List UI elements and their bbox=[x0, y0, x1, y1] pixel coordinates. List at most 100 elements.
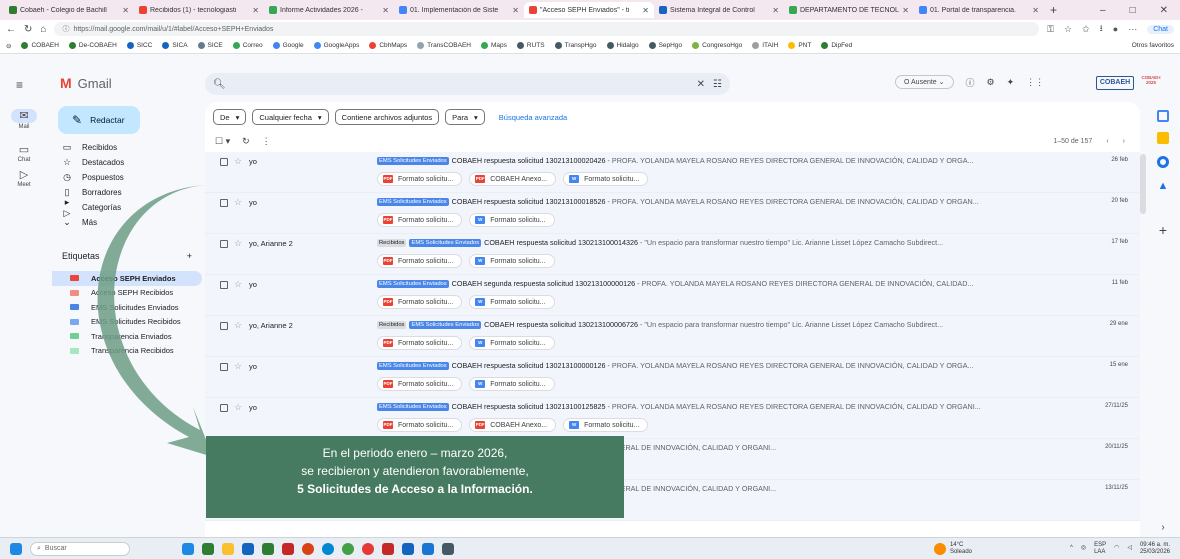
attachment-chip[interactable]: W Formato solicitu... bbox=[469, 377, 555, 391]
outlook-icon[interactable] bbox=[402, 542, 414, 555]
search-bar[interactable]: 🔍︎ ✕ ☷ bbox=[205, 73, 730, 95]
bookmark-item[interactable]: De-COBAEH bbox=[68, 42, 117, 49]
tab-close-icon[interactable]: ✕ bbox=[252, 6, 259, 15]
more-actions-icon[interactable]: ⋮ bbox=[262, 136, 271, 147]
attachment-chip[interactable]: PDF Formato solicitu... bbox=[377, 172, 463, 186]
key-icon[interactable]: ⚿ bbox=[1047, 24, 1054, 35]
bookmark-item[interactable]: Correo bbox=[232, 42, 263, 49]
bookmark-item[interactable]: Maps bbox=[481, 42, 507, 49]
attachment-chip[interactable]: W Formato solicitu... bbox=[469, 213, 555, 227]
start-icon[interactable] bbox=[10, 542, 22, 555]
bookmark-item[interactable]: GoogleApps bbox=[313, 42, 359, 49]
network-icon[interactable]: ◎ bbox=[1081, 545, 1086, 552]
gmail-logo[interactable]: M Gmail bbox=[60, 75, 112, 91]
more-icon[interactable]: ⋯ bbox=[1128, 24, 1137, 35]
attachment-chip[interactable]: PDF COBAEH Anexo... bbox=[469, 418, 557, 432]
site-info-icon[interactable]: ⓘ bbox=[62, 24, 69, 34]
bookmark-item[interactable]: Hidalgo bbox=[606, 42, 639, 49]
app-green-icon[interactable] bbox=[262, 542, 274, 555]
filter-attachments[interactable]: Contiene archivos adjuntos bbox=[334, 109, 440, 125]
close-icon[interactable]: ✕ bbox=[1160, 5, 1168, 16]
tray-chevron-icon[interactable]: ^ bbox=[1070, 545, 1073, 552]
search-icon[interactable]: 🔍︎ bbox=[213, 79, 226, 90]
wifi-icon[interactable]: ◠ bbox=[1114, 545, 1119, 552]
settings-icon[interactable]: ⚙ bbox=[987, 77, 995, 88]
taskbar-search[interactable]: ⌕ Buscar bbox=[30, 541, 130, 556]
browser-tab[interactable]: 01. Implementación de Siste ✕ bbox=[394, 2, 524, 18]
attachment-chip[interactable]: PDF Formato solicitu... bbox=[377, 254, 463, 268]
apps-grid-icon[interactable]: ⋮⋮ bbox=[1026, 77, 1044, 88]
gemini-icon[interactable]: ✦ bbox=[1007, 77, 1015, 88]
volume-icon[interactable]: ◁ bbox=[1127, 545, 1132, 552]
maximize-icon[interactable]: □ bbox=[1130, 5, 1136, 16]
url-input[interactable]: ⓘ https://mail.google.com/mail/u/1/#labe… bbox=[54, 22, 1040, 36]
attachment-chip[interactable]: W Formato solicitu... bbox=[469, 295, 555, 309]
home-icon[interactable]: ⌂ bbox=[40, 24, 46, 35]
bookmark-item[interactable]: ITAIH bbox=[752, 42, 778, 49]
nav-item[interactable]: ☆ Destacados bbox=[52, 155, 202, 170]
powerpoint-icon[interactable] bbox=[282, 542, 294, 555]
tab-close-icon[interactable]: ✕ bbox=[512, 6, 519, 15]
language-indicator[interactable]: ESP LAA bbox=[1094, 542, 1106, 556]
browser-tab[interactable]: Informe Actividades 2026 - ✕ bbox=[264, 2, 394, 18]
tab-close-icon[interactable]: ✕ bbox=[642, 6, 649, 15]
rail-mail[interactable]: ✉ Mail bbox=[0, 109, 48, 130]
attachment-chip[interactable]: PDF Formato solicitu... bbox=[377, 295, 463, 309]
attachment-chip[interactable]: W Formato solicitu... bbox=[469, 254, 555, 268]
status-dropdown[interactable]: O Ausente ⌄ bbox=[895, 75, 954, 89]
filter-date[interactable]: Cualquier fecha ▾ bbox=[252, 109, 329, 125]
other-favorites[interactable]: Otros favoritos bbox=[1132, 42, 1174, 49]
bookmark-item[interactable]: RUTS bbox=[516, 42, 545, 49]
search-options-icon[interactable]: ☷ bbox=[713, 79, 722, 90]
new-tab-button[interactable]: + bbox=[1050, 3, 1057, 17]
reload-icon[interactable]: ↻ bbox=[24, 24, 32, 35]
attachment-chip[interactable]: PDF Formato solicitu... bbox=[377, 336, 463, 350]
tasks-icon[interactable] bbox=[1157, 156, 1169, 168]
favorites-icon[interactable]: ✩ bbox=[1082, 24, 1090, 35]
contacts-icon[interactable]: ▲ bbox=[1157, 180, 1169, 192]
rail-chat[interactable]: ▭ Chat bbox=[0, 143, 48, 163]
browser-tab[interactable]: Cobaeh - Colegio de Bachill ✕ bbox=[4, 2, 134, 18]
bookmark-item[interactable]: CongresoHgo bbox=[692, 42, 742, 49]
acrobat-icon[interactable] bbox=[382, 542, 394, 555]
profile-icon[interactable]: ● bbox=[1113, 24, 1118, 34]
tab-close-icon[interactable]: ✕ bbox=[772, 6, 779, 15]
attachment-chip[interactable]: PDF Formato solicitu... bbox=[377, 377, 463, 391]
browser-tab[interactable]: "Acceso SEPH Enviados" - ti ✕ bbox=[524, 2, 654, 18]
refresh-icon[interactable]: ↻ bbox=[242, 136, 250, 147]
app-red-icon[interactable] bbox=[362, 542, 374, 555]
excel-icon[interactable] bbox=[202, 542, 214, 555]
nav-item[interactable]: ▭ Recibidos bbox=[52, 140, 202, 155]
bookmark-item[interactable]: Google bbox=[272, 42, 304, 49]
clock[interactable]: 09:46 a. m. 25/03/2026 bbox=[1140, 542, 1170, 556]
chrome-icon[interactable] bbox=[342, 542, 354, 555]
tab-close-icon[interactable]: ✕ bbox=[902, 6, 909, 15]
download-icon[interactable]: ⭳ bbox=[1100, 21, 1103, 37]
main-menu-icon[interactable]: ≡ bbox=[16, 78, 23, 92]
taskview-icon[interactable] bbox=[182, 542, 194, 555]
tab-close-icon[interactable]: ✕ bbox=[382, 6, 389, 15]
file-explorer-icon[interactable] bbox=[222, 542, 234, 555]
expand-panel-icon[interactable]: › bbox=[1157, 522, 1169, 534]
bookmark-item[interactable]: TransCOBAEH bbox=[417, 42, 471, 49]
account-logo[interactable]: COBAEH bbox=[1096, 76, 1134, 90]
edge-icon[interactable] bbox=[322, 542, 334, 555]
bookmark-item[interactable]: SepHgo bbox=[648, 42, 682, 49]
bookmark-item[interactable]: COBAEH bbox=[21, 42, 59, 49]
word-icon[interactable] bbox=[242, 542, 254, 555]
bookmark-item[interactable]: DipFed bbox=[821, 42, 852, 49]
calendar-icon[interactable] bbox=[1157, 110, 1169, 122]
attachment-chip[interactable]: W Formato solicitu... bbox=[469, 336, 555, 350]
browser-tab[interactable]: 01. Portal de transparencia. ✕ bbox=[914, 2, 1044, 18]
help-icon[interactable]: ⓘ bbox=[966, 76, 975, 89]
add-addon-icon[interactable]: + bbox=[1157, 223, 1169, 237]
attachment-chip[interactable]: PDF Formato solicitu... bbox=[377, 213, 463, 227]
browser-tab[interactable]: DEPARTAMENTO DE TECNOL ✕ bbox=[784, 2, 914, 18]
prev-page-icon[interactable]: ‹ bbox=[1106, 138, 1108, 145]
minimize-icon[interactable]: – bbox=[1100, 5, 1106, 16]
browser-tab[interactable]: Recibidos (1) - tecnologiasti ✕ bbox=[134, 2, 264, 18]
filter-from[interactable]: De ▾ bbox=[213, 109, 247, 125]
select-all-checkbox[interactable]: ☐ ▾ bbox=[215, 136, 230, 147]
attachment-chip[interactable]: W Formato solicitu... bbox=[563, 418, 649, 432]
bookmark-item[interactable]: PNT bbox=[788, 42, 811, 49]
